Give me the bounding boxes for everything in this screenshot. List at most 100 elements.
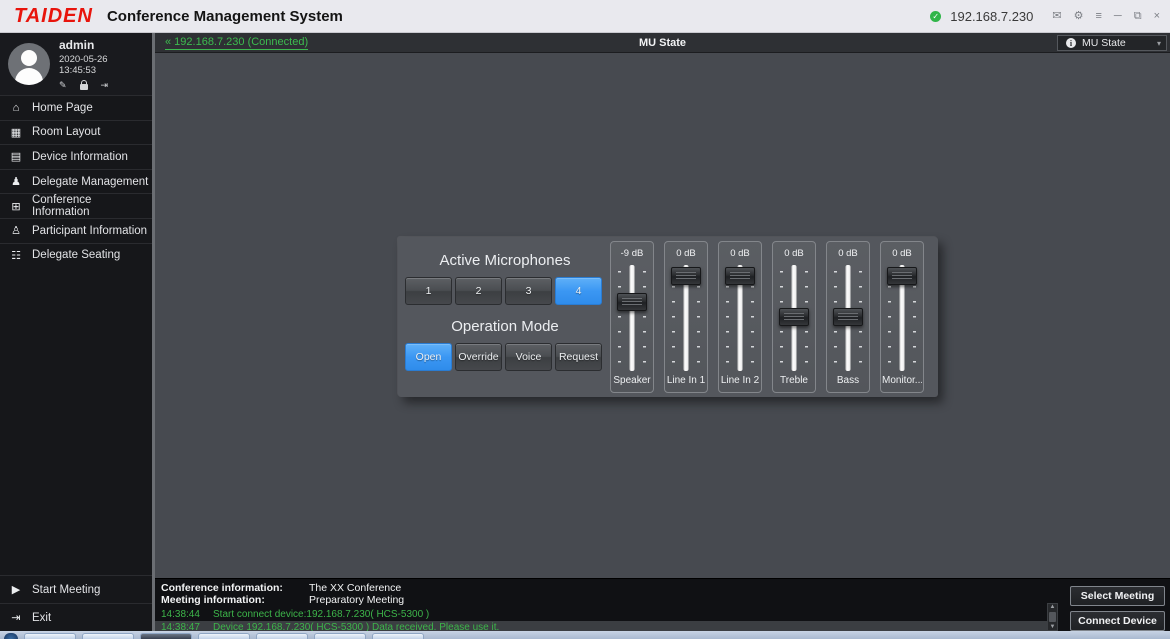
log-scrollbar[interactable]: ▲ ▼	[1047, 603, 1058, 631]
sidebar-item-label: Participant Information	[32, 225, 147, 237]
user-card: admin 2020-05-26 13:45:53 ✎ ⇥	[0, 33, 152, 95]
slider-label: Line In 1	[667, 375, 705, 386]
taskbar[interactable]	[0, 631, 1170, 639]
slider: 0 dB Monitor...	[880, 241, 924, 393]
connection-link[interactable]: « 192.168.7.230 (Connected)	[165, 36, 308, 50]
slider-handle[interactable]	[617, 293, 647, 311]
slider-ticks	[913, 271, 916, 365]
room-layout-icon: ▦	[8, 126, 24, 139]
slider: 0 dB Line In 1	[664, 241, 708, 393]
slider-value: -9 dB	[621, 248, 644, 259]
exit-icon: ⇥	[8, 611, 24, 624]
start-orb-icon[interactable]	[4, 633, 18, 639]
slider-handle[interactable]	[779, 308, 809, 326]
slider-track[interactable]	[881, 265, 923, 371]
view-selector-label: MU State	[1082, 37, 1126, 49]
sidebar-item-label: Start Meeting	[32, 584, 100, 596]
mode-button[interactable]: Voice	[505, 343, 552, 371]
slider-track[interactable]	[665, 265, 707, 371]
conference-info-label: Conference information:	[161, 582, 309, 594]
slider-value: 0 dB	[730, 248, 750, 259]
sidebar-footer: ▶ Start Meeting ⇥ Exit	[0, 575, 152, 631]
slider-label: Line In 2	[721, 375, 759, 386]
view-header: « 192.168.7.230 (Connected) MU State i M…	[155, 33, 1170, 53]
minimize-icon[interactable]: ─	[1114, 11, 1122, 22]
info-icon: i	[1066, 38, 1076, 48]
mic-button[interactable]: 3	[505, 277, 552, 305]
restore-icon[interactable]: ⧉	[1134, 11, 1142, 22]
sidebar-item[interactable]: ⊞ Conference Information	[0, 193, 152, 218]
slider-handle[interactable]	[833, 308, 863, 326]
slider: 0 dB Bass	[826, 241, 870, 393]
sidebar-item[interactable]: ▤ Device Information	[0, 144, 152, 169]
mic-button[interactable]: 1	[405, 277, 452, 305]
scroll-up-icon[interactable]: ▲	[1050, 604, 1056, 610]
slider-handle[interactable]	[725, 267, 755, 285]
delegate-icon: ♟	[8, 175, 24, 188]
conference-icon: ⊞	[8, 200, 24, 213]
menu-icon[interactable]: ≡	[1095, 11, 1101, 22]
mu-control-panel: Active Microphones 1 2 3 4 Operation Mod…	[398, 237, 938, 397]
logout-icon[interactable]: ⇥	[101, 81, 109, 90]
sidebar-item[interactable]: ▦ Room Layout	[0, 120, 152, 145]
edit-profile-icon[interactable]: ✎	[59, 81, 67, 90]
slider-label: Monitor...	[882, 375, 922, 386]
slider-ticks	[643, 271, 646, 365]
status-bar: Conference information: The XX Conferenc…	[155, 578, 1170, 631]
taskbar-button[interactable]	[24, 633, 76, 639]
slider-label: Speaker	[613, 375, 650, 386]
sidebar-item[interactable]: ☷ Delegate Seating	[0, 243, 152, 268]
status-action-button[interactable]: Select Meeting	[1070, 586, 1165, 606]
slider-track[interactable]	[773, 265, 815, 371]
taskbar-button[interactable]	[82, 633, 134, 639]
mode-button[interactable]: Request	[555, 343, 602, 371]
lock-icon[interactable]	[80, 84, 88, 90]
slider-value: 0 dB	[892, 248, 912, 259]
mode-button[interactable]: Override	[455, 343, 502, 371]
mail-icon[interactable]: ✉	[1052, 11, 1061, 22]
taskbar-button[interactable]	[256, 633, 308, 639]
conference-info-value: The XX Conference	[309, 582, 401, 594]
ip-address: 192.168.7.230	[950, 9, 1033, 24]
settings-icon[interactable]: ⚙	[1074, 11, 1084, 22]
chevron-down-icon: ▾	[1157, 39, 1161, 48]
taiden-logo: TAIDEN	[14, 5, 93, 28]
slider-handle[interactable]	[671, 267, 701, 285]
slider-track[interactable]	[719, 265, 761, 371]
seating-icon: ☷	[8, 249, 24, 262]
sidebar: admin 2020-05-26 13:45:53 ✎ ⇥ ⌂ Home Pag…	[0, 33, 152, 631]
sidebar-item[interactable]: ♟ Delegate Management	[0, 169, 152, 194]
mic-button[interactable]: 4	[555, 277, 602, 305]
volume-sliders: -9 dB Speaker 0 dB	[610, 241, 924, 393]
sidebar-footer-item[interactable]: ⇥ Exit	[0, 603, 152, 631]
log-message: Start connect device:192.168.7.230( HCS-…	[213, 609, 429, 620]
sidebar-footer-item[interactable]: ▶ Start Meeting	[0, 575, 152, 603]
taskbar-button[interactable]	[314, 633, 366, 639]
mode-button[interactable]: Open	[405, 343, 452, 371]
slider-track[interactable]	[827, 265, 869, 371]
scrollbar-thumb[interactable]	[1049, 612, 1056, 622]
scroll-down-icon[interactable]: ▼	[1050, 624, 1056, 630]
slider-track[interactable]	[611, 265, 653, 371]
log-row[interactable]: 14:38:44 Start connect device:192.168.7.…	[155, 608, 1053, 621]
slider-value: 0 dB	[676, 248, 696, 259]
taskbar-button[interactable]	[198, 633, 250, 639]
sidebar-menu: ⌂ Home Page ▦ Room Layout ▤ Device Infor…	[0, 95, 152, 267]
taskbar-button[interactable]	[140, 633, 192, 639]
mic-button[interactable]: 2	[455, 277, 502, 305]
slider-handle[interactable]	[887, 267, 917, 285]
home-icon: ⌂	[8, 102, 24, 114]
slider-ticks	[672, 271, 675, 365]
sidebar-item-label: Conference Information	[32, 194, 152, 218]
status-action-button[interactable]: Connect Device	[1070, 611, 1165, 631]
sidebar-item[interactable]: ♙ Participant Information	[0, 218, 152, 243]
login-datetime: 2020-05-26 13:45:53	[59, 54, 144, 76]
slider-ticks	[751, 271, 754, 365]
taskbar-button[interactable]	[372, 633, 424, 639]
sidebar-item[interactable]: ⌂ Home Page	[0, 95, 152, 120]
operation-mode-buttons: Open Override Voice Request	[405, 343, 605, 371]
close-icon[interactable]: ×	[1154, 11, 1160, 22]
window-controls: ✉ ⚙ ≡ ─ ⧉ ×	[1052, 11, 1160, 22]
view-selector-dropdown[interactable]: i MU State ▾	[1057, 35, 1167, 51]
title-bar: TAIDEN Conference Management System ✓ 19…	[0, 0, 1170, 33]
